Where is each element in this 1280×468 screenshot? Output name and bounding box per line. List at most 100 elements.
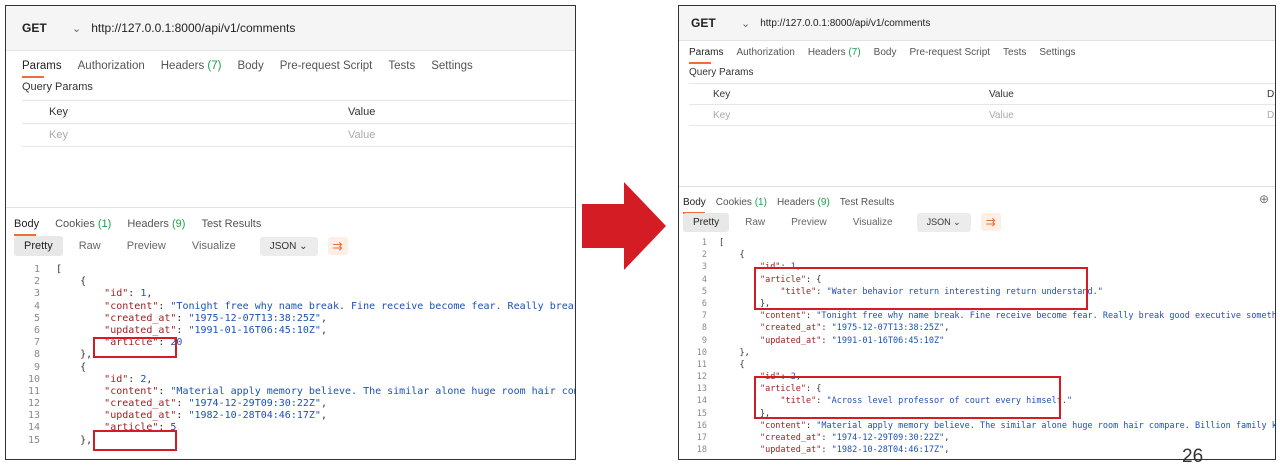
code-text: [ [56, 264, 63, 275]
code-line: 7 "content": "Tonight free why name brea… [679, 310, 1275, 322]
code-line: 5 "created_at": "1975-12-07T13:38:25Z", [6, 313, 575, 325]
tab-authorization[interactable]: Authorization [736, 47, 794, 58]
format-visualize[interactable]: Visualize [843, 213, 903, 232]
line-number: 2 [33, 276, 40, 288]
method-select[interactable]: GET [6, 21, 72, 35]
code-line: 10 }, [679, 347, 1275, 359]
code-line: 12 "created_at": "1974-12-29T09:30:22Z", [6, 398, 575, 410]
tab-cookies[interactable]: Cookies (1) [716, 197, 767, 208]
chevron-down-icon[interactable]: ⌄ [72, 22, 81, 35]
response-tabs: Body Cookies (1) Headers (9) Test Result… [679, 186, 1275, 214]
line-number: 4 [33, 300, 40, 312]
code-text: { [719, 250, 745, 261]
format-raw[interactable]: Raw [735, 213, 775, 232]
tab-headers[interactable]: Headers (7) [808, 47, 861, 58]
tab-test-results[interactable]: Test Results [201, 218, 261, 230]
code-line: 15 }, [6, 435, 575, 447]
tab-response-headers[interactable]: Headers (9) [127, 218, 185, 230]
code-line: 11 "content": "Material apply memory bel… [6, 386, 575, 398]
line-number: 11 [696, 359, 707, 370]
url-input[interactable]: http://127.0.0.1:8000/api/v1/comments [760, 18, 930, 29]
format-preview[interactable]: Preview [781, 213, 837, 232]
code-line: 9 { [6, 362, 575, 374]
code-text: "updated_at": "1991-01-16T06:45:10Z", [104, 324, 327, 336]
tab-tests[interactable]: Tests [1003, 47, 1026, 58]
code-text: { [719, 359, 745, 370]
table-header-row: Key Value [22, 101, 575, 124]
line-number: 8 [701, 323, 707, 334]
format-bar: Pretty Raw Preview Visualize JSON ⌄ ⇉ [679, 209, 1275, 235]
key-column-header: Key [713, 88, 731, 100]
line-number: 15 [696, 408, 707, 419]
format-raw[interactable]: Raw [69, 236, 111, 256]
value-placeholder[interactable]: Value [348, 129, 375, 141]
tab-params[interactable]: Params [22, 60, 62, 78]
format-visualize[interactable]: Visualize [182, 236, 246, 256]
key-placeholder[interactable]: Key [49, 129, 68, 141]
format-pretty[interactable]: Pretty [14, 236, 63, 256]
wrap-lines-icon[interactable]: ⇉ [980, 213, 1001, 231]
tab-authorization[interactable]: Authorization [78, 60, 145, 72]
line-number: 8 [33, 349, 40, 361]
code-text: "content": "Tonight free why name break.… [759, 311, 1276, 322]
wrap-lines-icon[interactable]: ⇉ [327, 237, 348, 255]
line-number: 4 [701, 274, 707, 285]
value-placeholder[interactable]: Value [989, 110, 1014, 121]
line-number: 3 [33, 288, 40, 300]
chevron-down-icon: ⌄ [299, 240, 308, 252]
tab-settings[interactable]: Settings [1039, 47, 1075, 58]
code-line: 8 }, [6, 349, 575, 361]
line-number: 18 [696, 445, 707, 456]
tab-pre-request-script[interactable]: Pre-request Script [280, 60, 373, 72]
chevron-down-icon: ⌄ [953, 216, 961, 227]
format-preview[interactable]: Preview [117, 236, 176, 256]
code-text: "updated_at": "1991-01-16T06:45:10Z" [759, 335, 945, 346]
code-line: 4 "content": "Tonight free why name brea… [6, 301, 575, 313]
tab-cookies[interactable]: Cookies (1) [55, 218, 111, 230]
highlight-box [754, 376, 1061, 419]
line-number: 5 [33, 312, 40, 324]
code-line: 10 "id": 2, [6, 374, 575, 386]
line-number: 11 [27, 385, 40, 397]
url-input[interactable]: http://127.0.0.1:8000/api/v1/comments [91, 21, 295, 35]
line-number: 16 [696, 420, 707, 431]
tab-response-body[interactable]: Body [14, 218, 39, 236]
code-text: "content": "Material apply memory believ… [104, 385, 575, 397]
tab-body[interactable]: Body [874, 47, 897, 58]
response-json-code: 1[2 {3 "id": 1, 4 "content": "Tonight fre… [6, 264, 575, 447]
value-column-header: Value [989, 88, 1014, 100]
code-text: [ [719, 238, 725, 248]
code-line: 8 "created_at": "1975-12-07T13:38:25Z", [679, 322, 1275, 334]
code-line: 17 "created_at": "1974-12-29T09:30:22Z", [679, 432, 1275, 444]
line-number: 14 [696, 396, 707, 407]
method-select[interactable]: GET [679, 16, 741, 30]
table-row[interactable]: Key Value D [689, 105, 1275, 126]
line-number: 13 [27, 410, 40, 422]
truncated-placeholder[interactable]: D [1267, 110, 1274, 121]
tab-response-headers[interactable]: Headers (9) [777, 197, 830, 208]
chevron-down-icon[interactable]: ⌄ [741, 17, 750, 30]
tab-params[interactable]: Params [689, 47, 723, 64]
line-number: 3 [701, 262, 707, 273]
json-format-select[interactable]: JSON ⌄ [259, 236, 318, 256]
tab-response-body[interactable]: Body [683, 197, 706, 214]
tab-pre-request-script[interactable]: Pre-request Script [909, 47, 990, 58]
tab-body[interactable]: Body [237, 60, 263, 72]
tab-headers[interactable]: Headers (7) [161, 60, 222, 72]
code-line: 1[ [6, 264, 575, 276]
key-placeholder[interactable]: Key [713, 110, 730, 121]
table-row[interactable]: Key Value [22, 124, 575, 147]
code-text: "created_at": "1974-12-29T09:30:22Z", [759, 433, 950, 443]
format-pretty[interactable]: Pretty [683, 212, 730, 232]
tab-test-results[interactable]: Test Results [840, 197, 894, 208]
tab-tests[interactable]: Tests [388, 60, 415, 72]
line-number: 1 [701, 238, 707, 248]
tab-settings[interactable]: Settings [431, 60, 473, 72]
code-text: }, [719, 347, 750, 358]
code-line: 14 "article": 5 [6, 422, 575, 434]
line-number: 6 [701, 298, 707, 309]
globe-icon[interactable]: ⊕ [1259, 192, 1269, 206]
key-column-header: Key [49, 106, 68, 118]
json-format-select[interactable]: JSON ⌄ [916, 212, 971, 232]
line-number: 10 [696, 347, 707, 358]
